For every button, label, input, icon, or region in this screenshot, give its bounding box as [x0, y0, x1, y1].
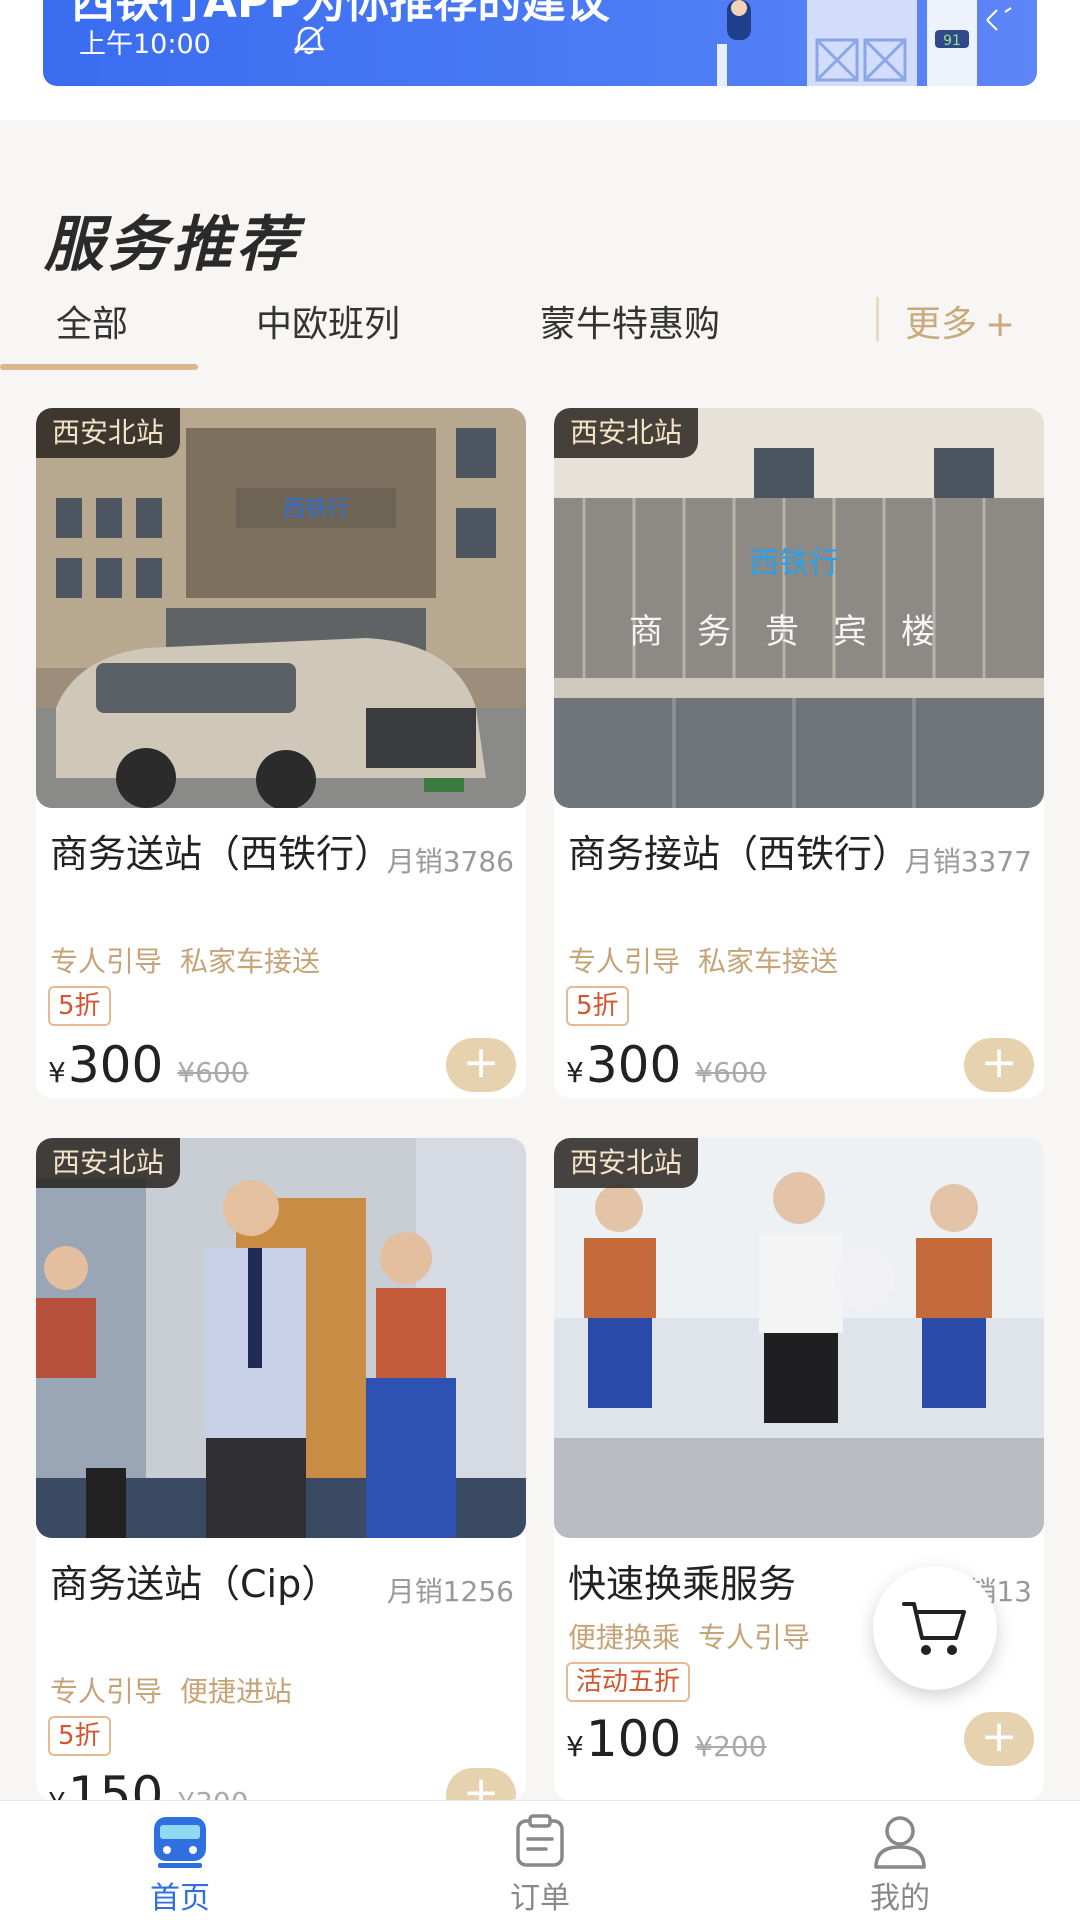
product-title: 商务接站（西铁行） — [568, 832, 911, 876]
nav-orders[interactable]: 订单 — [460, 1813, 620, 1920]
tab-mengniu[interactable]: 蒙牛特惠购 — [540, 295, 720, 347]
user-icon — [874, 1816, 926, 1869]
product-card[interactable]: 西铁行 商务贵宾楼 西安北站 商务接站（西铁行） 月销3377 专人引导 私家车接… — [554, 408, 1044, 1098]
bottom-nav: 首页 订单 我的 — [0, 1800, 1080, 1920]
price: 150 — [67, 1766, 164, 1800]
original-price: ¥200 — [695, 1730, 767, 1763]
more-tab-label: 更多 — [905, 304, 978, 345]
page: 西铁行APP为你推荐的建议 上午10:00 91 服务推荐 全部 中欧班列 蒙牛… — [0, 0, 1080, 1920]
product-tag: 便捷进站 — [180, 1675, 293, 1708]
add-to-cart-button[interactable]: + — [964, 1712, 1034, 1766]
tabs-divider — [876, 297, 879, 341]
product-tags: 专人引导 私家车接送 — [568, 940, 856, 980]
product-tag: 专人引导 — [568, 945, 681, 978]
banner-time: 上午10:00 — [79, 29, 211, 60]
banner-area: 西铁行APP为你推荐的建议 上午10:00 91 — [0, 0, 1080, 120]
product-tag: 便捷换乘 — [568, 1621, 681, 1654]
svg-text:西铁行: 西铁行 — [749, 546, 839, 581]
product-tag: 专人引导 — [50, 945, 163, 978]
train-icon — [154, 1817, 206, 1868]
product-card[interactable]: 西铁行 西安北站 商务送站（西铁行） 月销3786 专人引导 私家车接送 5折 ¥… — [36, 408, 526, 1098]
original-price: ¥600 — [695, 1056, 767, 1089]
price-row: ¥300 ¥600 — [48, 1036, 249, 1098]
currency-symbol: ¥ — [566, 1730, 584, 1763]
discount-badge: 5折 — [566, 986, 629, 1026]
product-image: 西铁行 商务贵宾楼 西安北站 — [554, 408, 1044, 808]
monthly-sales: 月销3377 — [904, 845, 1032, 878]
nav-me-label: 我的 — [870, 1881, 930, 1916]
discount-badge: 活动五折 — [566, 1662, 691, 1702]
product-title: 商务送站（Cip） — [50, 1562, 340, 1606]
svg-text:商务贵宾楼: 商务贵宾楼 — [629, 612, 969, 652]
product-image: 西安北站 — [554, 1138, 1044, 1538]
station-badge: 西安北站 — [554, 1138, 699, 1188]
product-tag: 专人引导 — [698, 1621, 811, 1654]
product-image: 西铁行 西安北站 — [36, 408, 526, 808]
currency-symbol: ¥ — [566, 1056, 584, 1089]
svg-text:西铁行: 西铁行 — [283, 497, 349, 522]
section-title: 服务推荐 — [44, 210, 300, 280]
station-badge: 西安北站 — [554, 408, 699, 458]
station-badge: 西安北站 — [36, 1138, 181, 1188]
price-row: ¥300 ¥600 — [566, 1036, 767, 1098]
nav-orders-label: 订单 — [510, 1881, 570, 1916]
nav-me[interactable]: 我的 — [820, 1813, 980, 1920]
station-badge: 西安北站 — [36, 408, 181, 458]
original-price: ¥600 — [177, 1056, 249, 1089]
monthly-sales: 月销1256 — [386, 1575, 514, 1608]
battery-level: 91 — [943, 33, 961, 49]
original-price: ¥300 — [177, 1786, 248, 1800]
monthly-sales: 月销3786 — [386, 845, 514, 878]
product-title: 商务送站（西铁行） — [50, 832, 393, 876]
product-tag: 私家车接送 — [180, 945, 321, 978]
currency-symbol: ¥ — [48, 1056, 66, 1089]
product-tags: 专人引导 便捷进站 — [50, 1670, 310, 1710]
nav-home-label: 首页 — [150, 1881, 210, 1916]
currency-symbol: ¥ — [48, 1786, 66, 1800]
banner-illustration: 91 — [717, 0, 1012, 86]
product-tag: 专人引导 — [50, 1675, 163, 1708]
product-tag: 私家车接送 — [698, 945, 839, 978]
tab-all[interactable]: 全部 — [56, 295, 128, 347]
muted-bell-icon — [293, 26, 325, 55]
price-row: ¥150 ¥300 — [48, 1766, 249, 1800]
price: 100 — [585, 1710, 682, 1768]
notification-banner[interactable]: 西铁行APP为你推荐的建议 上午10:00 91 — [43, 0, 1037, 86]
discount-badge: 5折 — [48, 1716, 111, 1756]
price: 300 — [585, 1036, 682, 1094]
more-plus-icon: + — [985, 304, 1016, 345]
clipboard-icon — [516, 1814, 564, 1867]
more-tab[interactable]: 更多 + — [905, 295, 1015, 347]
category-tabs: 全部 中欧班列 蒙牛特惠购 更多 + — [0, 285, 1080, 375]
add-to-cart-button[interactable]: + — [446, 1038, 516, 1092]
price-row: ¥100 ¥200 — [566, 1710, 767, 1780]
cart-button[interactable] — [873, 1566, 997, 1690]
product-title: 快速换乘服务 — [568, 1562, 797, 1606]
tab-china-europe[interactable]: 中欧班列 — [256, 295, 400, 347]
product-tags: 便捷换乘 专人引导 — [568, 1616, 828, 1656]
cart-icon — [902, 1602, 966, 1655]
product-image: 西安北站 — [36, 1138, 526, 1538]
nav-home[interactable]: 首页 — [100, 1813, 260, 1920]
add-to-cart-button[interactable]: + — [446, 1768, 516, 1800]
price: 300 — [67, 1036, 164, 1094]
product-card[interactable]: 西安北站 快速换乘服务 月销13 便捷换乘 专人引导 活动五折 ¥100 ¥200 … — [554, 1138, 1044, 1800]
product-tags: 专人引导 私家车接送 — [50, 940, 338, 980]
active-tab-indicator — [0, 364, 198, 370]
discount-badge: 5折 — [48, 986, 111, 1026]
product-card[interactable]: 西安北站 商务送站（Cip） 月销1256 专人引导便捷进站 5折 ¥150 ¥3… — [36, 1138, 526, 1800]
add-to-cart-button[interactable]: + — [964, 1038, 1034, 1092]
